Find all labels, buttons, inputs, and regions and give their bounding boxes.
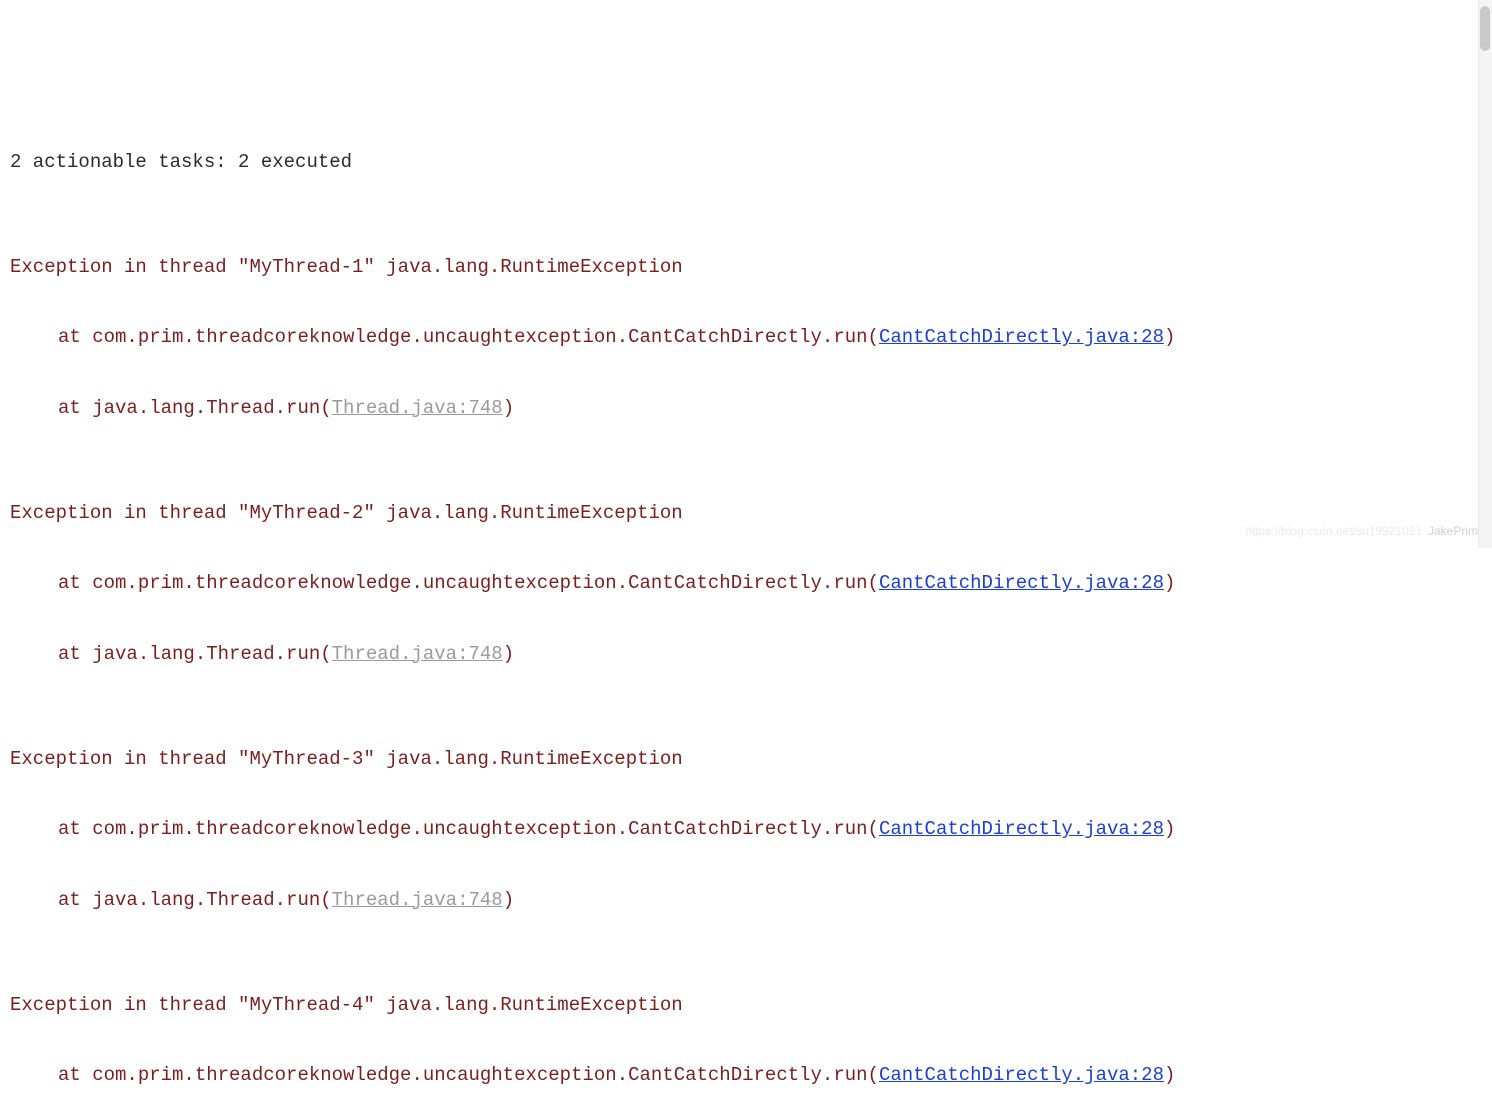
frame-text: at java.lang.Thread.run( <box>58 397 332 419</box>
frame-text: at java.lang.Thread.run( <box>58 643 332 665</box>
frame-text: at com.prim.threadcoreknowledge.uncaught… <box>58 572 879 594</box>
source-link[interactable]: CantCatchDirectly.java:28 <box>879 1064 1164 1086</box>
frame-text: at com.prim.threadcoreknowledge.uncaught… <box>58 326 879 348</box>
watermark-url: https://blog.csdn.net/su19921021 <box>1245 524 1422 538</box>
source-link[interactable]: Thread.java:748 <box>332 889 503 911</box>
stack-frame: at java.lang.Thread.run(Thread.java:748) <box>10 637 1482 672</box>
stack-frame: at java.lang.Thread.run(Thread.java:748) <box>10 883 1482 918</box>
frame-suffix: ) <box>1164 1064 1175 1086</box>
source-link[interactable]: CantCatchDirectly.java:28 <box>879 326 1164 348</box>
scrollbar-thumb[interactable] <box>1480 6 1490 51</box>
stack-frame: at java.lang.Thread.run(Thread.java:748) <box>10 391 1482 426</box>
frame-suffix: ) <box>1164 818 1175 840</box>
watermark: https://blog.csdn.net/su19921021 JakePrim <box>1245 520 1478 542</box>
frame-text: at com.prim.threadcoreknowledge.uncaught… <box>58 1064 879 1086</box>
exception-headline: Exception in thread "MyThread-4" java.la… <box>10 988 1482 1023</box>
frame-suffix: ) <box>1164 572 1175 594</box>
frame-suffix: ) <box>1164 326 1175 348</box>
exception-headline: Exception in thread "MyThread-1" java.la… <box>10 250 1482 285</box>
frame-text: at com.prim.threadcoreknowledge.uncaught… <box>58 818 879 840</box>
frame-text: at java.lang.Thread.run( <box>58 889 332 911</box>
stack-frame: at com.prim.threadcoreknowledge.uncaught… <box>10 1058 1482 1093</box>
frame-suffix: ) <box>503 889 514 911</box>
stack-frame: at com.prim.threadcoreknowledge.uncaught… <box>10 812 1482 847</box>
exception-headline: Exception in thread "MyThread-3" java.la… <box>10 742 1482 777</box>
source-link[interactable]: CantCatchDirectly.java:28 <box>879 572 1164 594</box>
frame-suffix: ) <box>503 643 514 665</box>
stack-frame: at com.prim.threadcoreknowledge.uncaught… <box>10 566 1482 601</box>
stack-frame: at com.prim.threadcoreknowledge.uncaught… <box>10 320 1482 355</box>
source-link[interactable]: CantCatchDirectly.java:28 <box>879 818 1164 840</box>
source-link[interactable]: Thread.java:748 <box>332 643 503 665</box>
watermark-name: JakePrim <box>1428 524 1478 538</box>
scrollbar-track[interactable] <box>1478 0 1492 548</box>
frame-suffix: ) <box>503 397 514 419</box>
console-header: 2 actionable tasks: 2 executed <box>10 145 1482 180</box>
source-link[interactable]: Thread.java:748 <box>332 397 503 419</box>
